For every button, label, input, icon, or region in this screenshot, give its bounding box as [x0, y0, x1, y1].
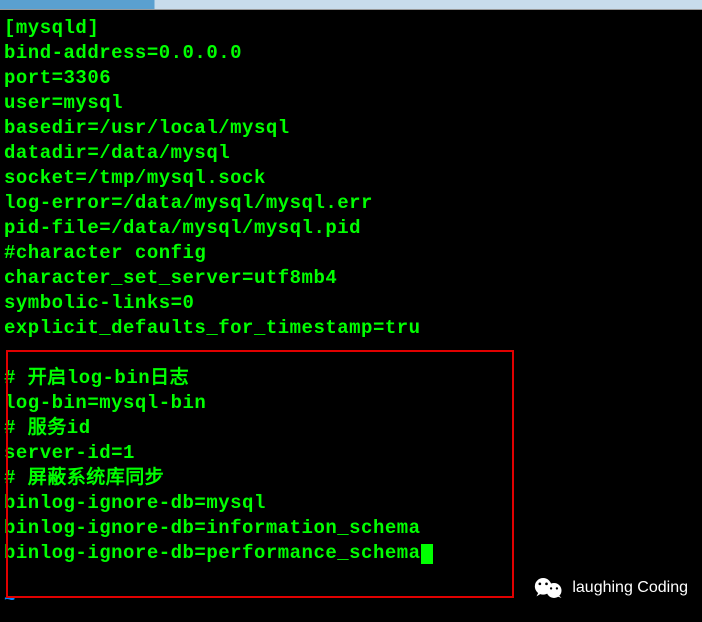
config-line: socket=/tmp/mysql.sock — [4, 166, 698, 191]
config-line: [mysqld] — [4, 16, 698, 41]
config-line-boxed: log-bin=mysql-bin — [4, 391, 698, 416]
watermark: laughing Coding — [534, 576, 688, 600]
config-line-boxed: # 开启log-bin日志 — [4, 366, 698, 391]
title-bar — [0, 0, 702, 10]
config-line: bind-address=0.0.0.0 — [4, 41, 698, 66]
config-line: pid-file=/data/mysql/mysql.pid — [4, 216, 698, 241]
config-line: log-error=/data/mysql/mysql.err — [4, 191, 698, 216]
config-line: explicit_defaults_for_timestamp=tru — [4, 316, 698, 341]
cursor-icon — [421, 544, 433, 564]
config-line-boxed: binlog-ignore-db=information_schema — [4, 516, 698, 541]
editor-window: [mysqld] bind-address=0.0.0.0 port=3306 … — [0, 0, 702, 622]
wechat-icon — [534, 576, 564, 600]
config-line: datadir=/data/mysql — [4, 141, 698, 166]
config-line: port=3306 — [4, 66, 698, 91]
config-line: user=mysql — [4, 91, 698, 116]
config-line-boxed: # 服务id — [4, 416, 698, 441]
config-line: character_set_server=utf8mb4 — [4, 266, 698, 291]
config-line: symbolic-links=0 — [4, 291, 698, 316]
blank-line — [4, 341, 698, 366]
config-line: #character config — [4, 241, 698, 266]
config-line-cursor: binlog-ignore-db=performance_schema — [4, 541, 698, 566]
config-text: binlog-ignore-db=performance_schema — [4, 542, 421, 564]
terminal-area[interactable]: [mysqld] bind-address=0.0.0.0 port=3306 … — [0, 10, 702, 622]
config-line-boxed: server-id=1 — [4, 441, 698, 466]
config-line-boxed: binlog-ignore-db=mysql — [4, 491, 698, 516]
config-line-boxed: # 屏蔽系统库同步 — [4, 466, 698, 491]
config-line: basedir=/usr/local/mysql — [4, 116, 698, 141]
watermark-text: laughing Coding — [572, 579, 688, 597]
